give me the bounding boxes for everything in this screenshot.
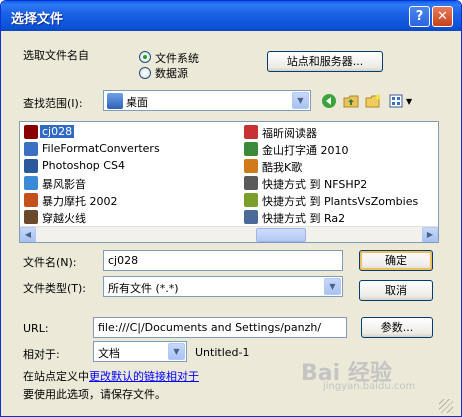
relative-to-select[interactable]: 文档 ▼ [93,341,187,362]
look-in-combo[interactable]: 桌面 ▼ [103,90,311,111]
change-default-link[interactable]: 更改默认的链接相对于 [89,370,199,383]
view-dropdown-arrow-icon[interactable]: ▼ [406,97,412,106]
dialog-title: 选择文件 [11,12,64,27]
back-icon[interactable] [321,93,337,109]
photoshop-icon [24,159,38,173]
chevron-down-icon[interactable]: ▼ [324,278,341,295]
new-folder-icon[interactable] [365,93,381,109]
horizontal-scrollbar[interactable]: ◀ ▶ [20,226,438,242]
game-icon [24,210,38,224]
desktop-icon [107,93,123,109]
shortcut-icon [244,210,258,224]
media-player-icon [24,176,38,190]
chevron-down-icon[interactable]: ▼ [168,343,185,360]
file-name-input[interactable]: cj028 [103,250,343,271]
radio-data-source[interactable] [139,67,151,79]
cancel-button[interactable]: 取消 [359,280,433,301]
file-type-label: 文件类型(T): [23,282,87,295]
up-folder-icon[interactable] [343,93,359,109]
radio-file-system-label[interactable]: 文件系统 [155,50,199,66]
url-input[interactable]: file:///C|/Documents and Settings/panzh/ [93,317,347,338]
typing-app-icon [244,142,258,156]
look-in-value: 桌面 [126,96,148,109]
radio-file-system[interactable] [139,51,151,63]
installer-icon [24,142,38,156]
shortcut-icon [244,193,258,207]
karaoke-icon [244,159,258,173]
shortcut-icon [244,176,258,190]
site-define-text: 在站点定义中更改默认的链接相对于 [23,370,199,383]
chevron-down-icon[interactable]: ▼ [292,92,309,109]
sites-servers-button[interactable]: 站点和服务器... [267,51,383,72]
ok-button[interactable]: 确定 [359,250,433,271]
scroll-left-icon[interactable]: ◀ [20,227,36,242]
file-list[interactable]: cj028 FileFormatConverters Photoshop CS4… [19,121,439,243]
pdf-reader-icon [244,125,258,139]
resize-grip-icon[interactable] [439,399,453,413]
game-icon [24,193,38,207]
radio-data-source-label[interactable]: 数据源 [155,65,188,81]
help-button[interactable]: ? [409,6,430,27]
scroll-right-icon[interactable]: ▶ [422,227,438,242]
look-in-label: 查找范围(I): [23,97,83,110]
save-note: 要使用此选项，请保存文件。 [23,388,166,401]
select-file-dialog: 选择文件 ? ✕ 选取文件名自 文件系统 数据源 站点和服务器... 查找范围(… [0,0,462,417]
view-menu-icon[interactable] [389,93,405,109]
close-button[interactable]: ✕ [432,6,453,27]
select-from-label: 选取文件名自 [23,49,89,62]
title-bar[interactable]: 选择文件 ? ✕ [1,1,461,31]
relative-to-label: 相对于: [23,348,60,361]
scrollbar-thumb[interactable] [256,228,306,242]
url-label: URL: [23,322,49,335]
file-name-label: 文件名(N): [23,256,77,269]
parameters-button[interactable]: 参数... [361,317,433,338]
document-name: Untitled-1 [195,346,250,359]
file-type-select[interactable]: 所有文件 (*.*) ▼ [103,276,343,297]
swf-file-icon [24,125,38,139]
baidu-watermark: Bai 经验 jingyan.baidu.com [301,361,416,392]
